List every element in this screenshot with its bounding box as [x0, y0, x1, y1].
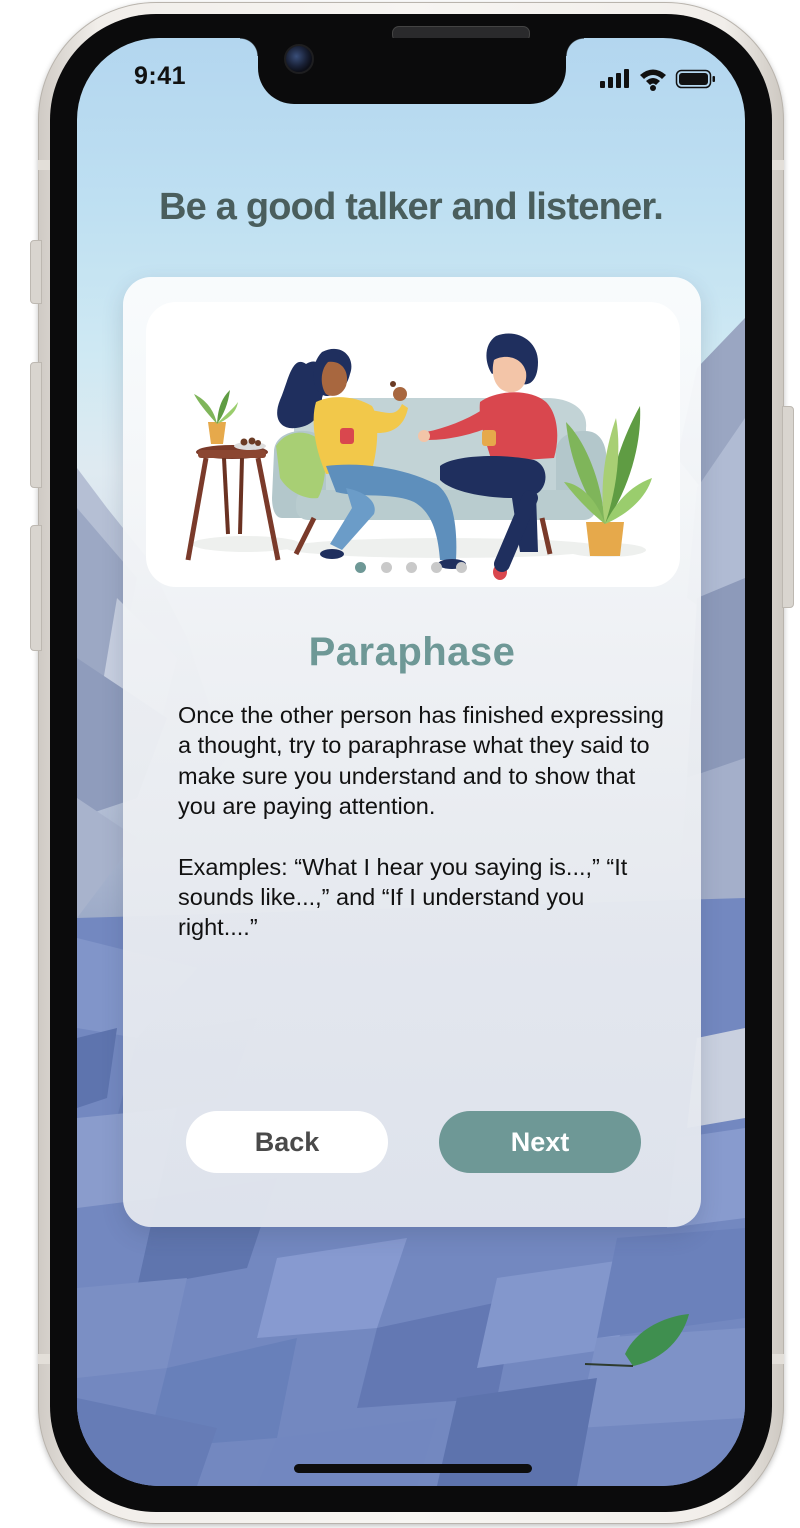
volume-up-button: [30, 362, 42, 488]
antenna-band: [772, 1354, 784, 1364]
back-button[interactable]: Back: [186, 1111, 388, 1173]
pagination-dot[interactable]: [431, 562, 442, 573]
antenna-band: [38, 160, 50, 170]
two-women-conversation-illustration: [185, 333, 652, 580]
volume-down-button: [30, 525, 42, 651]
pagination-dot[interactable]: [456, 562, 467, 573]
battery-icon: [675, 69, 715, 89]
home-indicator[interactable]: [294, 1464, 532, 1473]
card-paragraph-examples: Examples: “What I hear you saying is...,…: [178, 853, 628, 941]
page-headline: Be a good talker and listener.: [159, 186, 664, 228]
card-body: Once the other person has finished expre…: [178, 700, 668, 973]
wifi-icon: [640, 69, 666, 91]
pagination-dot[interactable]: [381, 562, 392, 573]
silent-switch: [30, 240, 42, 304]
front-camera: [284, 44, 314, 74]
signal-icon: [600, 69, 629, 88]
status-time: 9:41: [134, 62, 187, 90]
illustration-frame: [146, 302, 680, 587]
antenna-band: [38, 1354, 50, 1364]
next-button[interactable]: Next: [439, 1111, 641, 1173]
card-paragraph: Once the other person has finished expre…: [178, 702, 664, 820]
power-button: [782, 406, 794, 608]
pagination-dot[interactable]: [406, 562, 417, 573]
antenna-band: [772, 160, 784, 170]
card-title: Paraphase: [308, 630, 516, 674]
pagination-dot-active[interactable]: [355, 562, 366, 573]
status-icons: [600, 69, 715, 91]
